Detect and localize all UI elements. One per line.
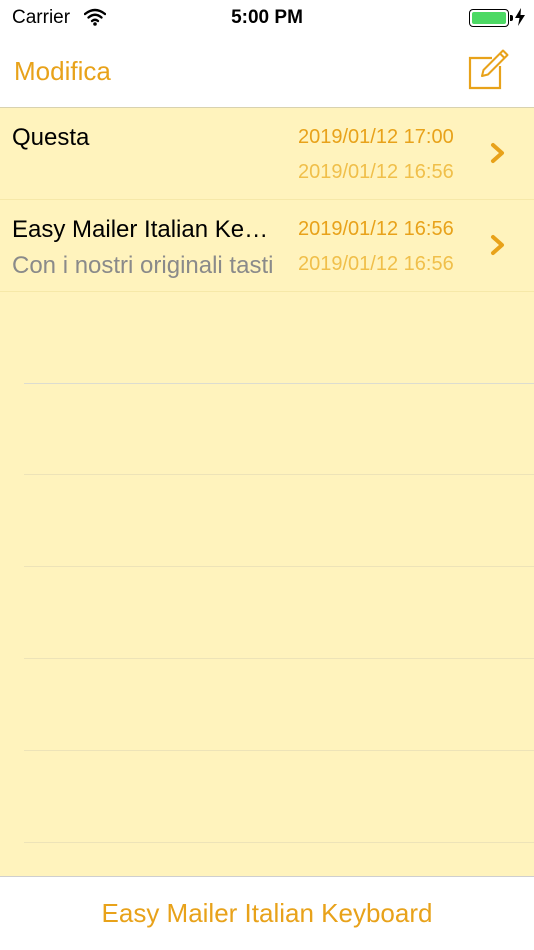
chevron-right-icon [491,143,504,163]
ruled-line [24,750,534,751]
note-row[interactable]: Questa 2019/01/12 17:00 2019/01/12 16:56 [0,108,534,200]
ruled-line [24,566,534,567]
chevron-right-icon [491,235,504,255]
charging-bolt-icon [515,8,525,26]
clock: 5:00 PM [231,7,303,28]
battery-icon [469,9,513,27]
note-title: Questa [12,124,90,151]
ruled-line [24,383,534,384]
note-title: Easy Mailer Italian Ke… [12,216,269,243]
status-bar: Carrier 5:00 PM [0,0,534,38]
ruled-line [24,842,534,843]
note-preview: Con i nostri originali tasti [12,252,274,279]
note-modified-date: 2019/01/12 17:00 [298,126,454,148]
compose-button[interactable] [466,48,510,92]
note-modified-date: 2019/01/12 16:56 [298,218,454,240]
note-created-date: 2019/01/12 16:56 [298,253,454,275]
navigation-bar: Modifica [0,38,534,108]
edit-button[interactable]: Modifica [14,56,111,87]
app-promo-link[interactable]: Easy Mailer Italian Keyboard [0,898,534,929]
note-created-date: 2019/01/12 16:56 [298,161,454,183]
ruled-line [24,658,534,659]
bottom-bar: Easy Mailer Italian Keyboard [0,876,534,950]
ruled-line [24,474,534,475]
compose-icon [468,49,509,90]
notes-list: Questa 2019/01/12 17:00 2019/01/12 16:56… [0,108,534,876]
note-row[interactable]: Easy Mailer Italian Ke… Con i nostri ori… [0,200,534,292]
